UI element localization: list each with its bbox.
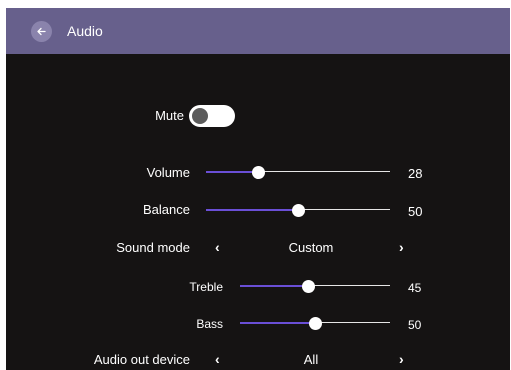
balance-slider-fill [206,209,298,211]
mute-toggle[interactable] [189,105,235,127]
chevron-right-icon[interactable]: › [399,239,404,255]
sound-mode-label: Sound mode [116,240,190,255]
treble-value: 45 [408,281,422,295]
chevron-left-icon[interactable]: ‹ [215,239,220,255]
page-title: Audio [67,23,103,39]
audio-settings-screen: Audio Mute Volume 28 Balance 50 Sound mo… [6,8,510,370]
back-button[interactable] [31,21,52,42]
balance-slider[interactable] [206,204,390,217]
audio-out-device-label: Audio out device [93,352,190,367]
app-header: Audio [6,8,510,54]
chevron-right-icon[interactable]: › [399,351,404,367]
treble-label: Treble [189,280,223,294]
chevron-left-icon[interactable]: ‹ [215,351,220,367]
volume-slider[interactable] [206,166,390,179]
arrow-left-icon [37,27,46,36]
bass-slider[interactable] [240,317,390,330]
mute-label: Mute [155,108,184,123]
volume-slider-fill [206,171,258,173]
bass-value: 50 [408,318,422,332]
treble-slider[interactable] [240,280,390,293]
sound-mode-value: Custom [288,240,334,255]
balance-label: Balance [143,202,190,217]
volume-label: Volume [146,165,190,180]
balance-slider-thumb[interactable] [292,204,305,217]
volume-value: 28 [408,166,423,181]
balance-value: 50 [408,204,423,219]
bass-label: Bass [196,317,223,331]
bass-slider-fill [240,322,315,324]
treble-slider-thumb[interactable] [301,280,315,293]
mute-toggle-knob [192,108,208,124]
volume-slider-thumb[interactable] [251,166,265,179]
treble-slider-fill [240,285,308,287]
bass-slider-thumb[interactable] [309,317,322,330]
audio-out-device-value: All [303,352,319,367]
